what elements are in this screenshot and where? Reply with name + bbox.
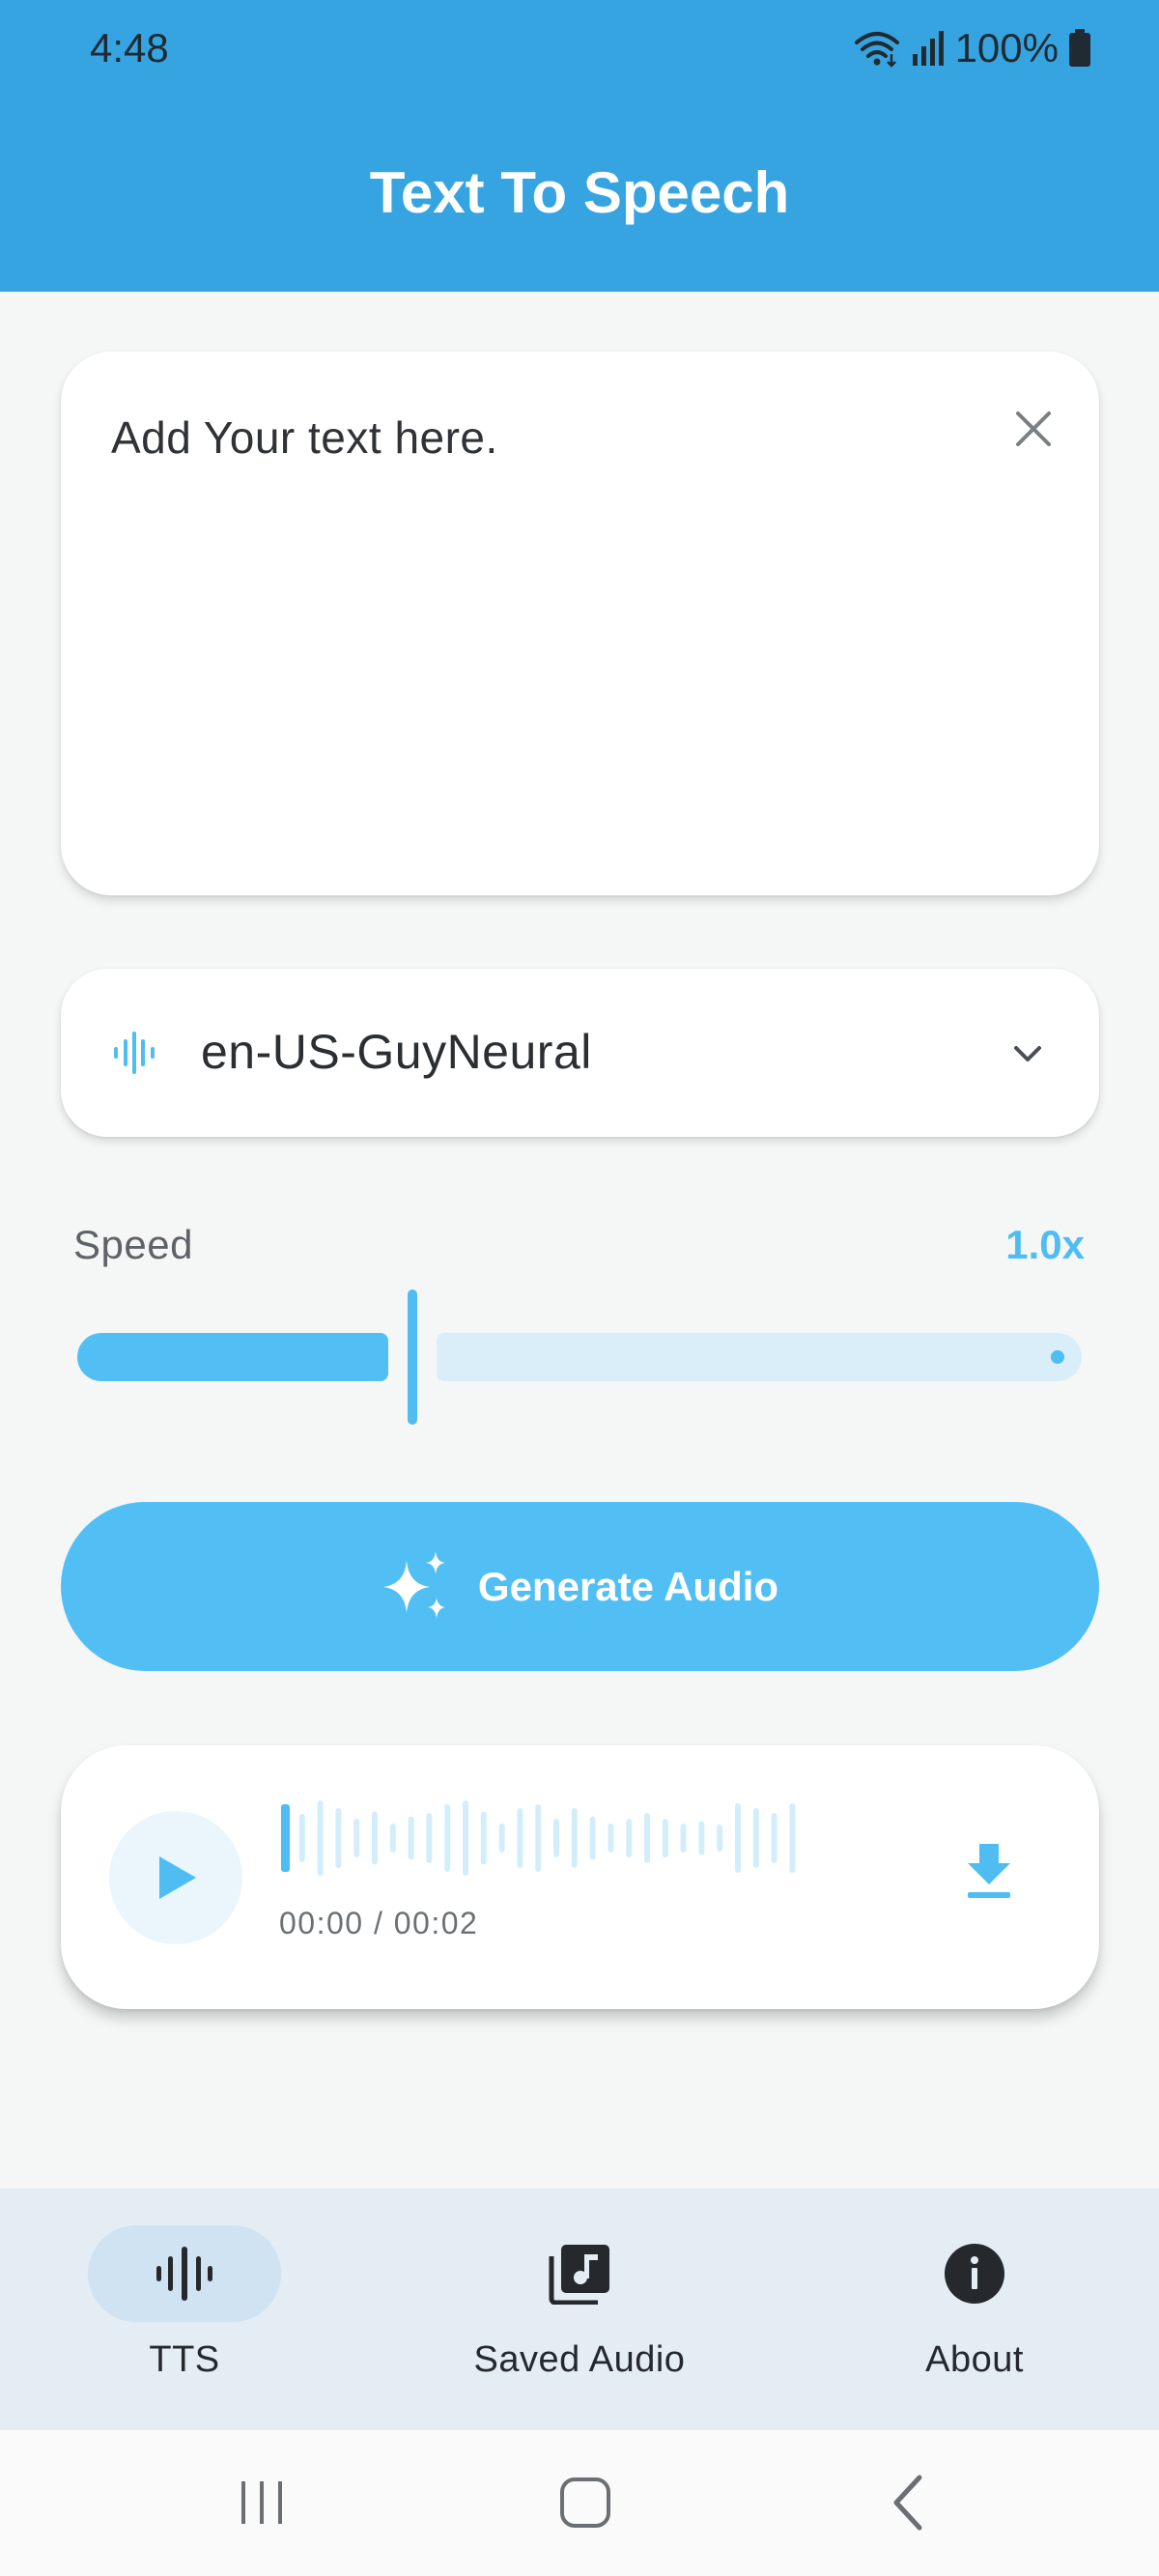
waveform-bar bbox=[353, 1819, 360, 1857]
waveform-bar bbox=[426, 1813, 433, 1863]
bottom-navigation: TTS Saved Audio About bbox=[0, 2189, 1159, 2430]
waveform-bar bbox=[298, 1814, 305, 1862]
waveform-bar bbox=[517, 1808, 523, 1868]
waveform-icon bbox=[156, 2247, 212, 2301]
waveform-bar bbox=[480, 1811, 487, 1865]
waveform-bar bbox=[789, 1803, 796, 1873]
waveform-bar bbox=[281, 1804, 290, 1872]
waveform-bar bbox=[626, 1819, 633, 1857]
voice-waveform-icon bbox=[114, 1032, 155, 1074]
battery-percentage: 100% bbox=[954, 25, 1059, 71]
slider-thumb[interactable] bbox=[408, 1289, 417, 1425]
signal-icon bbox=[912, 31, 944, 66]
waveform-bar bbox=[571, 1808, 578, 1868]
audio-waveform[interactable] bbox=[279, 1799, 820, 1877]
text-input[interactable]: Add Your text here. bbox=[111, 411, 498, 464]
waveform-bar bbox=[372, 1811, 378, 1865]
page-title: Text To Speech bbox=[369, 160, 790, 225]
waveform-bar bbox=[553, 1819, 559, 1857]
waveform-bar bbox=[408, 1816, 414, 1860]
waveform-bar bbox=[735, 1803, 741, 1873]
status-icons: 100% bbox=[853, 21, 1091, 75]
waveform-bar bbox=[771, 1813, 777, 1863]
selected-voice: en-US-GuyNeural bbox=[201, 1025, 592, 1079]
status-time: 4:48 bbox=[90, 25, 169, 71]
waveform-bar bbox=[608, 1824, 614, 1853]
play-icon bbox=[159, 1856, 196, 1899]
waveform-bar bbox=[444, 1804, 451, 1872]
waveform-bar bbox=[498, 1824, 505, 1853]
nav-pill-saved-audio bbox=[483, 2225, 676, 2322]
system-navigation-bar bbox=[0, 2430, 1159, 2576]
chevron-down-icon bbox=[1014, 1046, 1041, 1062]
speed-label: Speed bbox=[73, 1222, 193, 1267]
waveform-bar bbox=[752, 1808, 759, 1868]
waveform-bar bbox=[317, 1800, 324, 1876]
audio-player: 00:00 / 00:02 bbox=[61, 1745, 1099, 2009]
nav-pill-about bbox=[878, 2225, 1071, 2322]
home-icon[interactable] bbox=[556, 2474, 614, 2532]
sparkle-icon bbox=[382, 1550, 445, 1619]
voice-dropdown[interactable]: en-US-GuyNeural bbox=[61, 969, 1099, 1137]
play-button[interactable] bbox=[109, 1811, 242, 1944]
waveform-bar bbox=[535, 1804, 542, 1872]
nav-label-saved-audio: Saved Audio bbox=[473, 2339, 686, 2380]
waveform-bar bbox=[463, 1800, 468, 1876]
slider-stop-indicator bbox=[1051, 1350, 1064, 1364]
back-icon[interactable] bbox=[881, 2474, 939, 2532]
nav-item-saved-audio[interactable]: Saved Audio bbox=[386, 2189, 773, 2430]
download-icon[interactable] bbox=[964, 1842, 1014, 1900]
nav-item-about[interactable]: About bbox=[781, 2189, 1159, 2430]
nav-label-tts: TTS bbox=[149, 2339, 220, 2380]
nav-item-tts[interactable]: TTS bbox=[0, 2189, 378, 2430]
close-icon[interactable] bbox=[1004, 400, 1062, 458]
slider-inactive-track bbox=[437, 1333, 1082, 1381]
generate-audio-button[interactable]: Generate Audio bbox=[61, 1502, 1099, 1671]
waveform-bar bbox=[389, 1824, 396, 1853]
battery-icon bbox=[1069, 29, 1090, 67]
app-bar: 4:48 100% Text To Speech bbox=[0, 0, 1159, 292]
playback-time: 00:00 / 00:02 bbox=[279, 1906, 479, 1940]
info-icon bbox=[945, 2244, 1004, 2304]
nav-pill-tts bbox=[88, 2225, 281, 2322]
waveform-bar bbox=[662, 1819, 668, 1857]
speed-slider[interactable] bbox=[77, 1289, 1082, 1425]
waveform-bar bbox=[335, 1808, 342, 1868]
waveform-bar bbox=[680, 1824, 687, 1853]
nav-label-about: About bbox=[925, 2339, 1024, 2380]
slider-active-track bbox=[77, 1333, 388, 1381]
music-library-icon bbox=[549, 2245, 609, 2305]
generate-audio-label: Generate Audio bbox=[477, 1563, 779, 1609]
waveform-bar bbox=[698, 1821, 705, 1855]
speed-value: 1.0x bbox=[1005, 1222, 1085, 1267]
waveform-bar bbox=[644, 1813, 650, 1863]
text-input-card[interactable]: Add Your text here. bbox=[61, 352, 1099, 895]
wifi-icon bbox=[854, 32, 899, 68]
recent-apps-icon[interactable] bbox=[233, 2474, 291, 2532]
waveform-bar bbox=[589, 1816, 596, 1860]
waveform-bar bbox=[717, 1825, 723, 1852]
